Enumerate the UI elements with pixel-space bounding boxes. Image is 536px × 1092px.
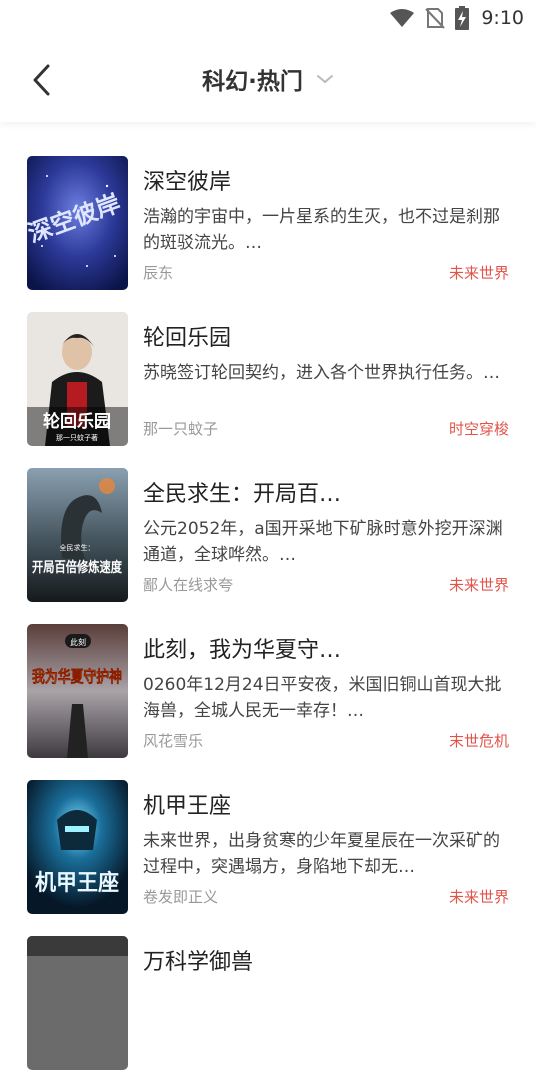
cover-title: 我为华夏守护神: [32, 667, 122, 686]
battery-charging-icon: [455, 6, 470, 30]
cover-author: 那一只蚊子著: [56, 433, 98, 442]
book-title[interactable]: 轮回乐园: [143, 320, 231, 352]
wifi-icon: [390, 9, 415, 27]
book-description: 0260年12月24日平安夜，米国旧铜山首现大批海兽，全城人民无一幸存！…: [143, 675, 502, 721]
no-sim-icon: [425, 8, 446, 29]
book-category-tag[interactable]: 末世危机: [449, 730, 509, 751]
book-item[interactable]: 此刻 我为华夏守护神 此刻，我为华夏守… 0260年12月24日平安夜，米国旧铜…: [0, 624, 536, 780]
book-title[interactable]: 机甲王座: [143, 788, 231, 820]
cover-badge: 此刻: [70, 637, 86, 647]
book-title[interactable]: 万科学御兽: [143, 944, 253, 976]
book-category-tag[interactable]: 未来世界: [449, 886, 509, 907]
book-description: 苏晓签订轮回契约，进入各个世界执行任务。…: [143, 363, 500, 383]
page-title: 科幻·热门: [202, 69, 303, 95]
cover-title: 轮回乐园: [43, 411, 111, 432]
book-cover[interactable]: 全民求生： 开局百倍修炼速度: [27, 468, 128, 602]
book-cover[interactable]: 轮回乐园 那一只蚊子著: [27, 312, 128, 446]
cover-title: 机甲王座: [35, 870, 119, 896]
book-item[interactable]: 全民求生： 开局百倍修炼速度 全民求生：开局百… 公元2052年，a国开采地下矿…: [0, 468, 536, 624]
app-header: 科幻·热门: [0, 38, 536, 122]
book-cover[interactable]: 此刻 我为华夏守护神: [27, 624, 128, 758]
book-author: 卷发即正义: [143, 888, 219, 906]
book-author: 风花雪乐: [143, 732, 204, 750]
book-category-tag[interactable]: 时空穿梭: [449, 418, 509, 439]
book-category-tag[interactable]: 未来世界: [449, 262, 509, 283]
status-icons: 9:10: [389, 6, 524, 30]
cover-subtitle: 全民求生：: [60, 543, 95, 552]
book-title[interactable]: 全民求生：开局百…: [143, 476, 341, 508]
cover-title: 开局百倍修炼速度: [32, 559, 123, 576]
book-cover[interactable]: 深空彼岸: [27, 156, 128, 290]
book-title[interactable]: 此刻，我为华夏守…: [143, 632, 341, 664]
book-description: 浩瀚的宇宙中，一片星系的生灭，也不过是刹那的斑驳流光。…: [143, 207, 500, 253]
book-title[interactable]: 深空彼岸: [143, 164, 231, 196]
book-cover[interactable]: [27, 936, 128, 1070]
book-item[interactable]: 万科学御兽: [0, 936, 536, 1092]
book-category-tag[interactable]: 未来世界: [449, 574, 509, 595]
book-item[interactable]: 机甲王座 机甲王座 未来世界，出身贫寒的少年夏星辰在一次采矿的过程中，突遇塌方，…: [0, 780, 536, 936]
status-bar: 9:10: [0, 0, 536, 38]
book-list: 深空彼岸 深空彼岸 浩瀚的宇宙中，一片星系的生灭，也不过是刹那的斑驳流光。… 辰…: [0, 156, 536, 1092]
book-item[interactable]: 轮回乐园 那一只蚊子著 轮回乐园 苏晓签订轮回契约，进入各个世界执行任务。… 那…: [0, 312, 536, 468]
book-author: 辰东: [143, 264, 174, 282]
book-author: 那一只蚊子: [143, 420, 219, 438]
book-author: 鄙人在线求夸: [143, 576, 234, 594]
book-cover[interactable]: 机甲王座: [27, 780, 128, 914]
chevron-down-icon: [316, 75, 333, 84]
book-item[interactable]: 深空彼岸 深空彼岸 浩瀚的宇宙中，一片星系的生灭，也不过是刹那的斑驳流光。… 辰…: [0, 156, 536, 312]
book-description: 未来世界，出身贫寒的少年夏星辰在一次采矿的过程中，突遇塌方，身陷地下却无…: [143, 831, 500, 877]
status-time: 9:10: [481, 7, 524, 29]
category-selector[interactable]: 科幻·热门: [0, 62, 536, 96]
book-description: 公元2052年，a国开采地下矿脉时意外挖开深渊通道，全球哗然。…: [143, 519, 503, 565]
